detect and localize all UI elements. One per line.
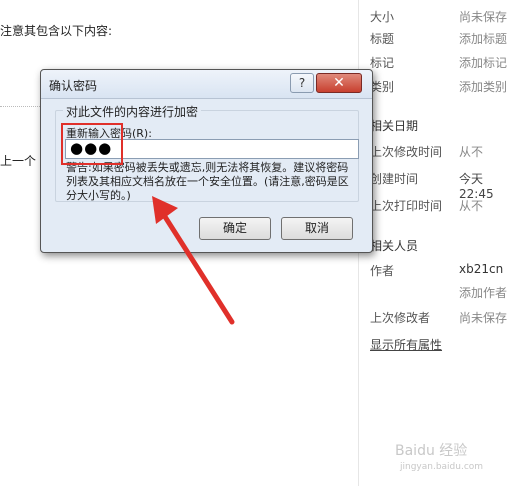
help-button[interactable]: ? [290, 73, 314, 93]
prop-title-value[interactable]: 添加标题 [459, 30, 507, 47]
cancel-button[interactable]: 取消 [281, 217, 353, 240]
prop-last-modified-value: 从不 [459, 145, 484, 159]
close-button[interactable]: ✕ [316, 73, 362, 93]
prop-last-modified-label: 上次修改时间 [370, 145, 443, 159]
prop-size-label: 大小 [370, 10, 395, 24]
separator [0, 106, 40, 107]
people-header: 相关人员 [370, 239, 419, 253]
prop-last-modified-by-value: 尚未保存 [459, 311, 508, 325]
prop-last-modified-by-label: 上次修改者 [370, 311, 431, 325]
annotation-arrow-icon [152, 196, 235, 325]
show-all-properties-link[interactable]: 显示所有属性 [370, 336, 442, 353]
add-author-link[interactable]: 添加作者 [459, 284, 507, 301]
prop-category-label: 类别 [370, 80, 395, 94]
previous-label: 上一个 [0, 154, 37, 168]
encrypt-group-title: 对此文件的内容进行加密 [63, 103, 202, 120]
prop-title-label: 标题 [370, 32, 395, 46]
prop-tags-value[interactable]: 添加标记 [459, 54, 507, 71]
prop-size-value: 尚未保存 [459, 10, 508, 24]
prop-tags-label: 标记 [370, 56, 395, 70]
dates-header: 相关日期 [370, 119, 419, 133]
highlight-box [61, 123, 123, 165]
watermark-url: jingyan.baidu.com [400, 462, 484, 472]
watermark-logo: Baidu 经验 [395, 443, 468, 459]
prop-created-label: 创建时间 [370, 172, 419, 186]
prop-last-printed-value: 从不 [459, 199, 484, 213]
prop-last-printed-label: 上次打印时间 [370, 199, 443, 213]
prop-author-value[interactable]: xb21cn [459, 262, 503, 276]
properties-panel: 大小 尚未保存 标题 添加标题 标记 添加标记 类别 添加类别 相关日期 上次修… [358, 0, 517, 486]
prop-author-label: 作者 [370, 264, 395, 278]
prop-category-value[interactable]: 添加类别 [459, 78, 507, 95]
document-info-text: 注意其包含以下内容: [0, 24, 113, 38]
dialog-titlebar[interactable]: 确认密码 ? ✕ [41, 70, 372, 99]
dialog-title: 确认密码 [49, 79, 98, 93]
